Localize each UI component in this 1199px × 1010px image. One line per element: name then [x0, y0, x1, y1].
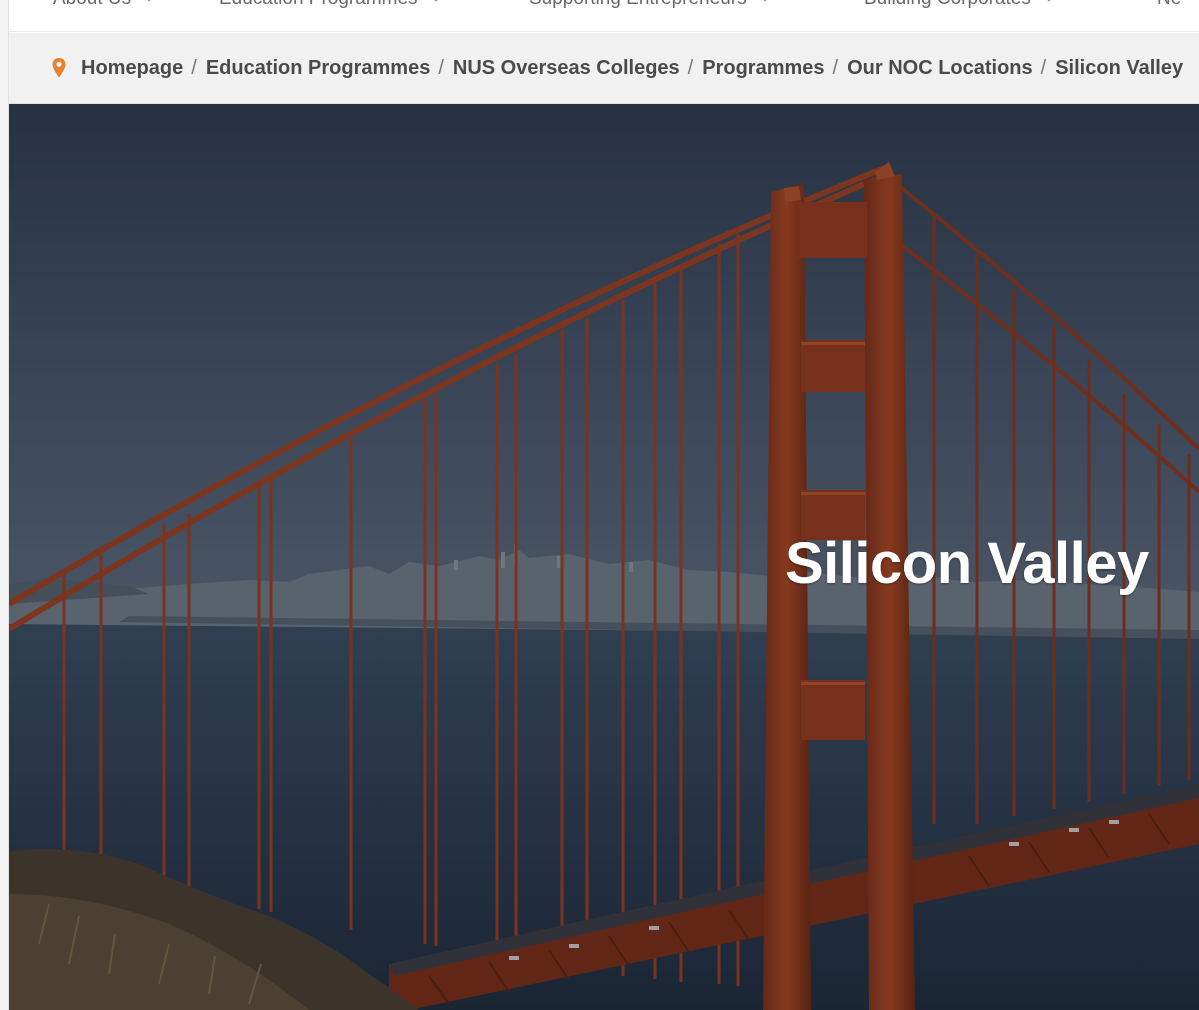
breadcrumb-separator: /: [191, 56, 197, 79]
breadcrumb-nus-overseas-colleges[interactable]: NUS Overseas Colleges: [453, 57, 680, 80]
nav-item-label: Ne: [1157, 0, 1181, 9]
nav-item-news[interactable]: Ne: [1157, 0, 1181, 10]
breadcrumb-separator: /: [1040, 56, 1047, 79]
chevron-down-icon: [758, 0, 771, 2]
nav-item-building-corporates[interactable]: Building Corporates: [864, 0, 1055, 10]
nav-item-label: Supporting Entrepreneurs: [529, 0, 747, 9]
breadcrumb: Homepage / Education Programmes / NUS Ov…: [9, 33, 1199, 104]
nav-item-label: About Us: [53, 0, 131, 9]
chevron-down-icon: [1043, 0, 1055, 2]
nav-item-about-us[interactable]: About Us: [53, 0, 155, 10]
hero-title: Silicon Valley: [785, 531, 1149, 596]
nav-item-label: Building Corporates: [864, 0, 1031, 9]
hero-banner: Silicon Valley: [9, 104, 1199, 1010]
chevron-down-icon: [143, 0, 155, 2]
breadcrumb-education-programmes[interactable]: Education Programmes: [206, 57, 431, 80]
nav-item-supporting-entrepreneurs[interactable]: Supporting Entrepreneurs: [529, 0, 771, 10]
top-navigation: About Us Education Programmes Supporting…: [9, 0, 1199, 32]
breadcrumb-our-noc-locations[interactable]: Our NOC Locations: [847, 57, 1033, 80]
page-left-edge: [0, 0, 9, 1010]
breadcrumb-current-page: Silicon Valley: [1055, 56, 1184, 79]
breadcrumb-programmes[interactable]: Programmes: [702, 57, 824, 80]
breadcrumb-separator: /: [832, 56, 839, 79]
location-pin-icon: [52, 58, 66, 78]
breadcrumb-separator: /: [438, 56, 444, 79]
breadcrumb-homepage[interactable]: Homepage: [81, 57, 183, 80]
breadcrumb-separator: /: [687, 56, 694, 79]
nav-item-education-programmes[interactable]: Education Programmes: [219, 0, 442, 10]
nav-item-label: Education Programmes: [219, 0, 418, 9]
chevron-down-icon: [429, 0, 442, 2]
